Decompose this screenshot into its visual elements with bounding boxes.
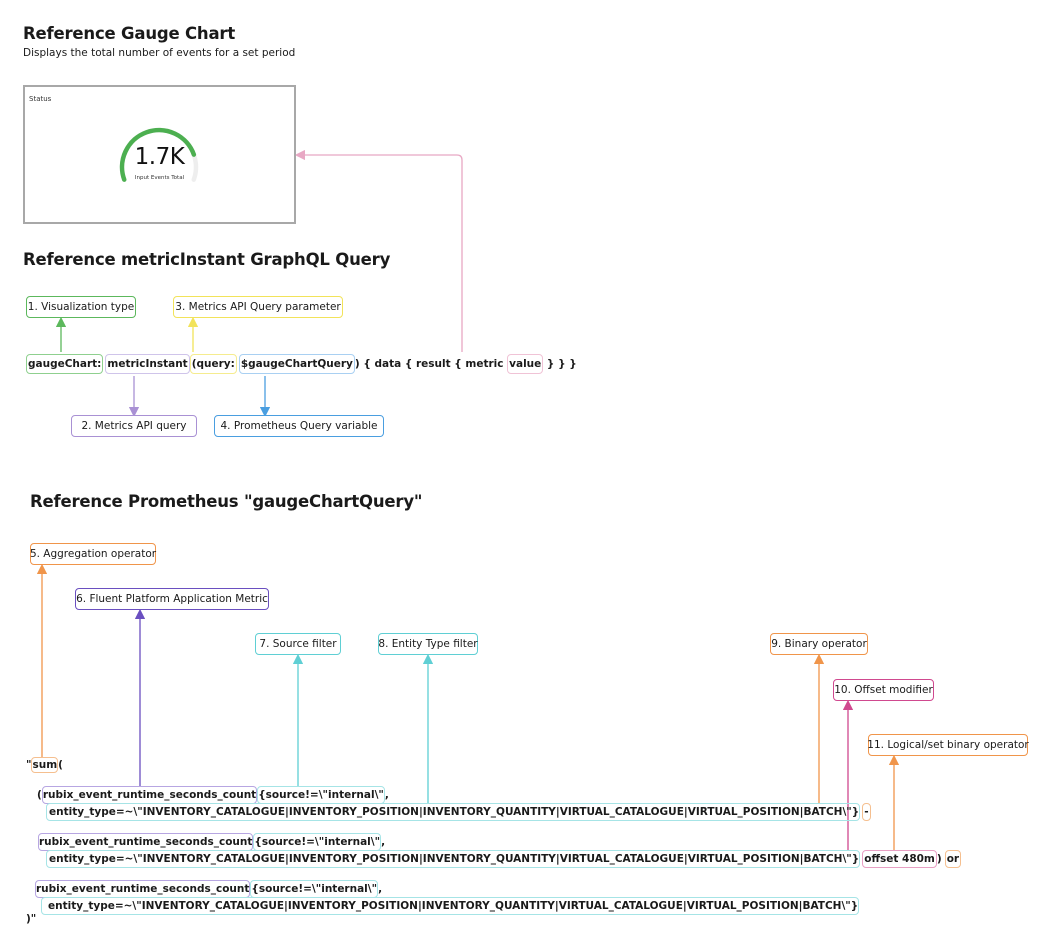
- token-value: value: [507, 354, 544, 374]
- code-block-2-line-1: rubix_event_runtime_seconds_count {sourc…: [38, 833, 385, 851]
- token-gaugechart: gaugeChart:: [26, 354, 104, 374]
- token-metric: rubix_event_runtime_seconds_count: [35, 880, 251, 898]
- token-entity-filter: entity_type=~\"INVENTORY_CATALOGUE|INVEN…: [46, 803, 861, 821]
- code-block-2-line-2: entity_type=~\"INVENTORY_CATALOGUE|INVEN…: [46, 850, 962, 868]
- token-entity-filter: entity_type=~\"INVENTORY_CATALOGUE|INVEN…: [46, 850, 861, 868]
- token-source-filter: {source!=\"internal\": [253, 833, 382, 851]
- gauge-card-title: Status: [29, 95, 52, 103]
- token-close-paren: ): [936, 853, 942, 865]
- label-binary-operator: 9. Binary operator: [770, 633, 868, 655]
- token-metric: rubix_event_runtime_seconds_count: [38, 833, 254, 851]
- token-comma: ,: [381, 836, 386, 848]
- code-block-3-line-2: entity_type=~\"INVENTORY_CATALOGUE|INVEN…: [41, 897, 860, 915]
- token-sum: sum: [31, 757, 59, 773]
- token-source-filter: {source!=\"internal\": [250, 880, 379, 898]
- token-or: or: [944, 850, 962, 868]
- code-block-1-line-1: ( rubix_event_runtime_seconds_count {sou…: [37, 786, 389, 804]
- token-metric: rubix_event_runtime_seconds_count: [41, 786, 258, 804]
- code-block-1-line-2: entity_type=~\"INVENTORY_CATALOGUE|INVEN…: [46, 803, 871, 821]
- token-comma: ,: [384, 789, 389, 801]
- graphql-section-title: Reference metricInstant GraphQL Query: [23, 250, 391, 269]
- token-comma: ,: [378, 883, 383, 895]
- label-offset-modifier: 10. Offset modifier: [833, 679, 934, 701]
- token-query-tail: } } }: [543, 358, 577, 370]
- label-source-filter: 7. Source filter: [255, 633, 341, 655]
- label-logical-set-operator: 11. Logical/set binary operator: [867, 734, 1029, 756]
- label-metrics-api-query-parameter: 3. Metrics API Query parameter: [173, 296, 343, 318]
- label-entity-type-filter: 8. Entity Type filter: [378, 633, 478, 655]
- label-prometheus-query-variable: 4. Prometheus Query variable: [214, 415, 384, 437]
- code-block-3-line-1: rubix_event_runtime_seconds_count {sourc…: [35, 880, 382, 898]
- token-metricinstant: metricInstant: [105, 354, 190, 374]
- label-aggregation-operator: 5. Aggregation operator: [30, 543, 156, 565]
- label-fluent-platform-metric: 6. Fluent Platform Application Metric: [75, 588, 269, 610]
- graphql-query-line: gaugeChart: metricInstant (query: $gauge…: [26, 352, 577, 376]
- label-metrics-api-query: 2. Metrics API query: [71, 415, 197, 437]
- code-sum-line: " sum (: [26, 757, 63, 773]
- prometheus-section-title: Reference Prometheus "gaugeChartQuery": [30, 492, 423, 511]
- token-query-body: ) { data { result { metric: [354, 358, 508, 370]
- token-entity-filter: entity_type=~\"INVENTORY_CATALOGUE|INVEN…: [41, 897, 860, 915]
- token-gaugechartquery-var: $gaugeChartQuery: [238, 354, 355, 374]
- token-query-param: (query:: [189, 354, 237, 374]
- label-visualization-type: 1. Visualization type: [26, 296, 136, 318]
- token-minus: -: [862, 803, 871, 821]
- gauge-section-subtitle: Displays the total number of events for …: [23, 47, 296, 59]
- gauge-section-title: Reference Gauge Chart: [23, 24, 236, 43]
- token-source-filter: {source!=\"internal\": [257, 786, 385, 804]
- token-sum-open-paren: (: [58, 759, 63, 771]
- token-offset: offset 480m: [862, 850, 937, 868]
- gauge-label: Input Events Total: [134, 175, 185, 181]
- code-close: )": [26, 913, 37, 925]
- gauge-value: 1.7K: [134, 144, 185, 170]
- gauge-card: Status 1.7K Input Events Total: [23, 85, 296, 224]
